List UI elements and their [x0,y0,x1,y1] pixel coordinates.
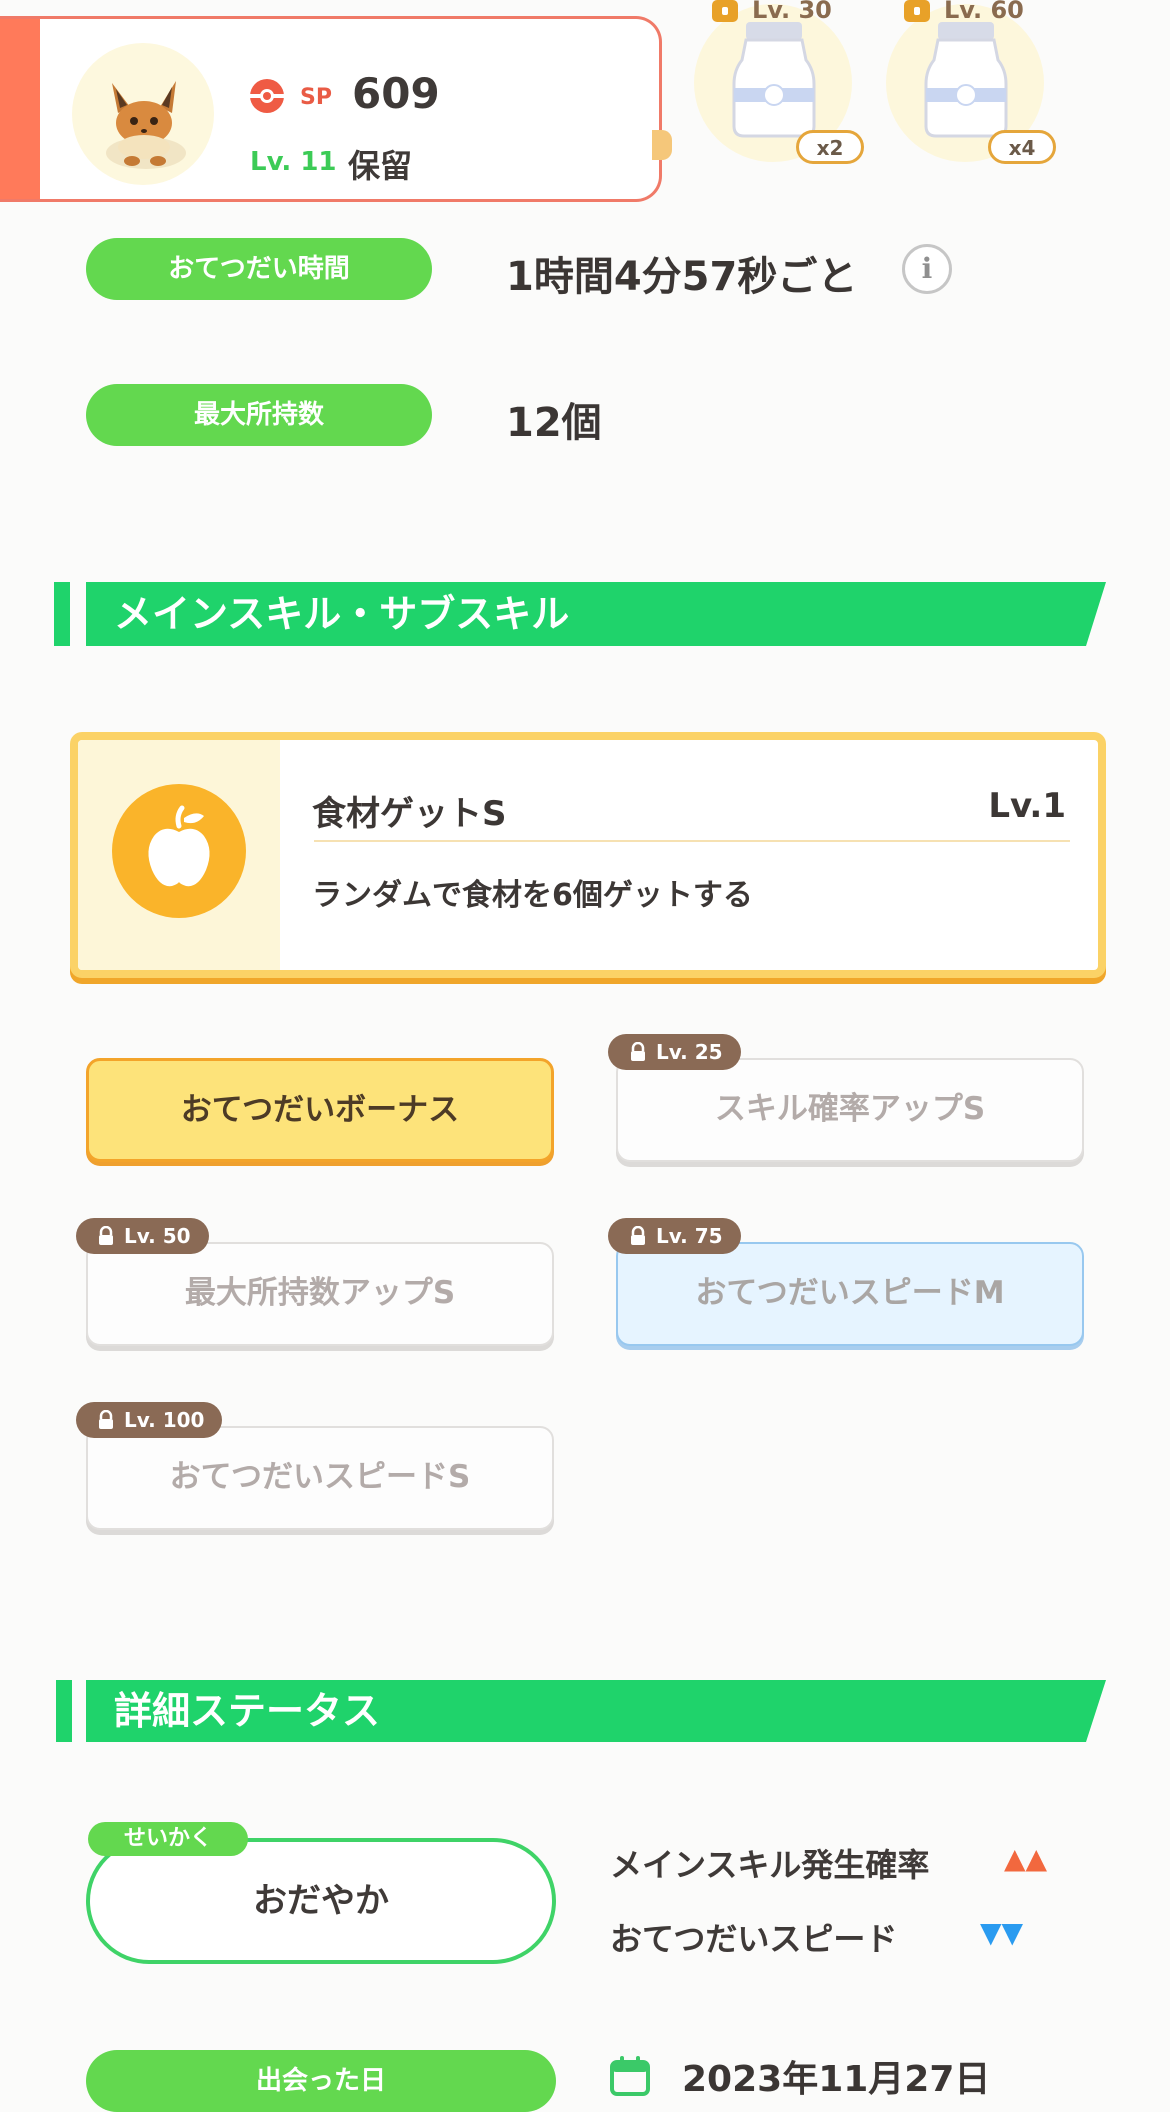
pokemon-level: Lv. 11 [250,147,337,177]
sub-skill-lock-tag: Lv. 25 [608,1034,741,1070]
main-skill-badge [112,784,246,918]
nature-up-effect: メインスキル発生確率 [610,1846,930,1884]
lock-level: Lv. 100 [124,1408,205,1432]
divider [314,840,1070,842]
max-carry-value: 12個 [506,400,602,446]
sp-label: SP [300,85,332,110]
sub-skill-button[interactable]: おてつだいボーナス [86,1058,554,1162]
sub-skill-button[interactable]: おてつだいスピードS [86,1426,554,1530]
unlock-level-2: Lv. 60 [944,0,1024,24]
card-accent-stripe [0,19,40,199]
calendar-icon [610,2056,650,2096]
pokeball-icon [250,79,284,113]
lock-icon [99,1410,113,1429]
eevee-icon [106,81,186,169]
sub-skill-lock-tag: Lv. 50 [76,1218,209,1254]
sub-skill-button[interactable]: 最大所持数アップS [86,1242,554,1346]
section-accent [56,1680,72,1742]
nature-tag: せいかく [88,1822,248,1856]
lock-level: Lv. 25 [656,1040,723,1064]
met-date-value: 2023年11月27日 [682,2059,991,2100]
apple-icon [148,805,210,887]
main-skill-card[interactable]: 食材ゲットS Lv.1 ランダムで食材を6個ゲットする [70,732,1106,978]
pokemon-status: 保留 [348,147,413,185]
lock-icon [712,0,738,22]
lock-icon [631,1226,645,1245]
sub-skill-lock-tag: Lv. 100 [76,1402,223,1438]
lock-level: Lv. 75 [656,1224,723,1248]
pokemon-avatar [72,43,214,185]
main-skill-level: Lv.1 [988,786,1066,826]
nature-down-effect: おてつだいスピード [610,1920,898,1958]
main-skill-description: ランダムで食材を6個ゲットする [312,878,753,913]
main-skill-icon-panel [78,740,280,970]
unlock-level-1: Lv. 30 [752,0,832,24]
pokemon-summary-card[interactable]: SP 609 Lv. 11 保留 [0,16,662,202]
help-time-value: 1時間4分57秒ごと [506,254,858,300]
unlock-multiplier-1: x2 [796,130,864,164]
main-skill-name: 食材ゲットS [312,794,507,834]
lock-icon [99,1226,113,1245]
sub-skill-lock-tag: Lv. 75 [608,1218,741,1254]
detail-section-header: 詳細ステータス [86,1680,1106,1742]
nature-box[interactable]: おだやか [86,1838,556,1964]
sp-value: 609 [352,69,440,118]
met-date-label: 出会った日 [86,2050,556,2112]
up-arrows-icon: ▲▲ [1004,1842,1048,1875]
help-time-label: おてつだい時間 [86,238,432,300]
lock-icon [631,1042,645,1061]
down-arrows-icon: ▼▼ [980,1916,1024,1949]
info-icon[interactable]: i [902,244,952,294]
sub-skill-button[interactable]: おてつだいスピードM [616,1242,1084,1346]
lock-level: Lv. 50 [124,1224,191,1248]
section-accent [54,582,70,646]
sub-skill-button[interactable]: スキル確率アップS [616,1058,1084,1162]
hidden-card-edge [652,130,672,160]
lock-icon [904,0,930,22]
unlock-multiplier-2: x4 [988,130,1056,164]
max-carry-label: 最大所持数 [86,384,432,446]
skills-section-header: メインスキル・サブスキル [86,582,1106,646]
